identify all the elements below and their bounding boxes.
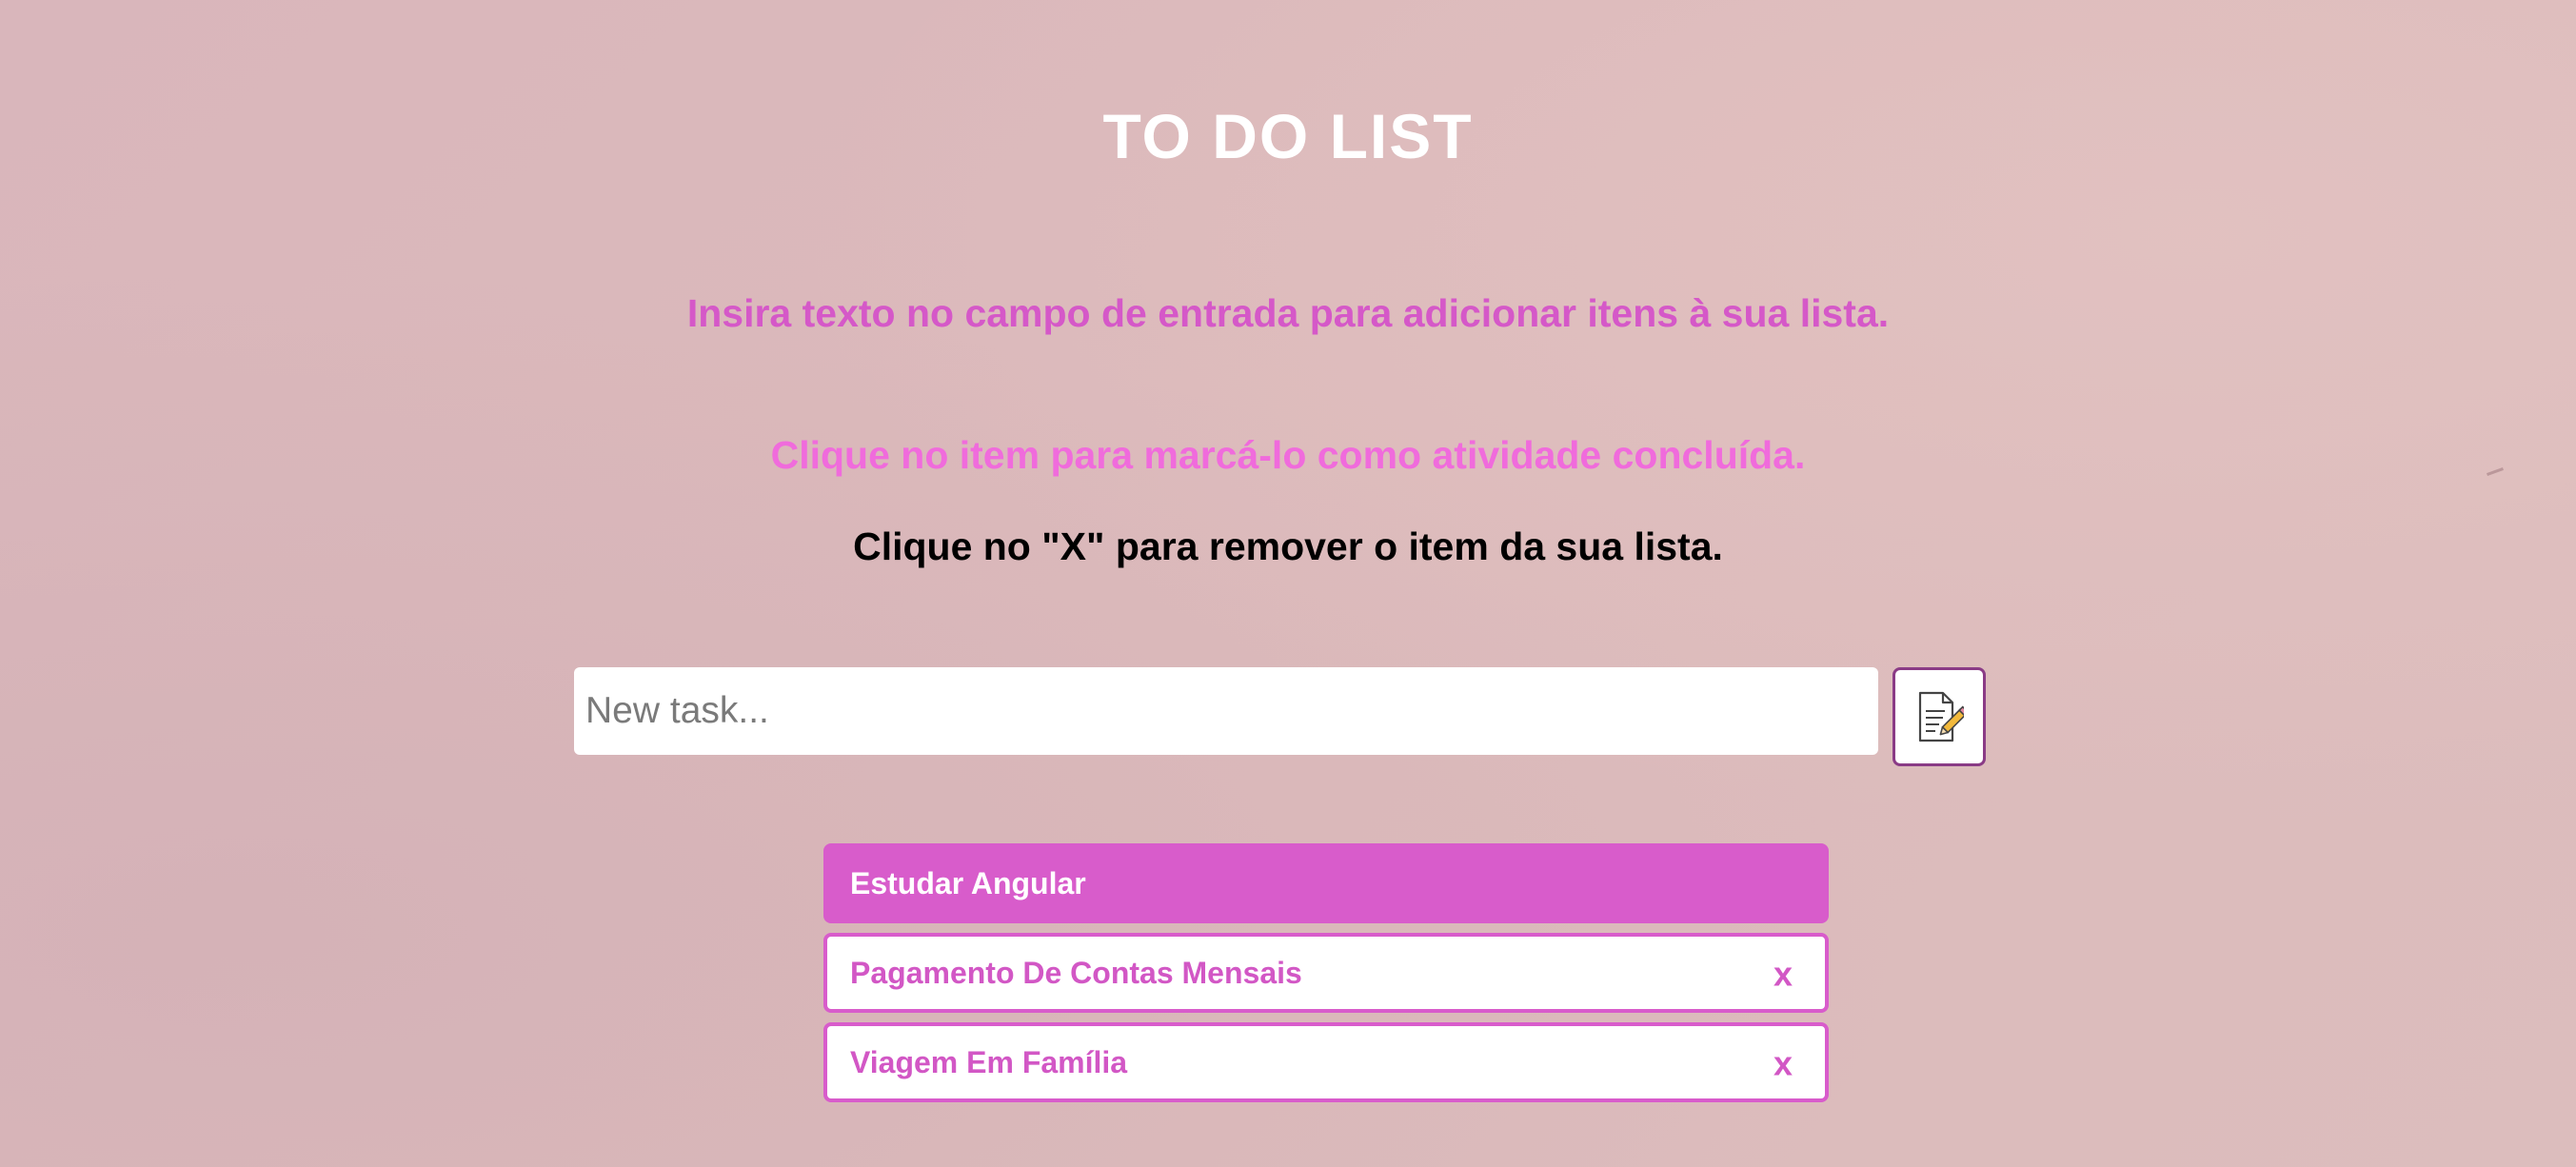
instruction-remove-item: Clique no "X" para remover o item da sua… [853,524,1723,568]
background-texture-mark [2487,467,2504,476]
remove-task-button[interactable]: x [1773,1044,1793,1084]
note-edit-icon [1918,691,1964,742]
task-label: Pagamento De Contas Mensais [850,955,1302,990]
instruction-add-items: Insira texto no campo de entrada para ad… [686,291,1890,335]
task-label: Estudar Angular [850,865,1086,900]
task-list: Estudar Angular x Pagamento De Contas Me… [823,843,1829,1112]
instruction-mark-complete: Clique no item para marcá-lo como ativid… [770,433,1806,477]
remove-task-button[interactable]: x [1773,955,1793,995]
task-label: Viagem Em Família [850,1044,1128,1079]
task-item[interactable]: Pagamento De Contas Mensais x [823,933,1829,1013]
add-task-button[interactable] [1892,667,1986,766]
task-item[interactable]: Viagem Em Família x [823,1022,1829,1102]
task-item[interactable]: Estudar Angular x [823,843,1829,923]
page-title: TO DO LIST [1102,101,1474,171]
new-task-input[interactable] [574,667,1878,755]
